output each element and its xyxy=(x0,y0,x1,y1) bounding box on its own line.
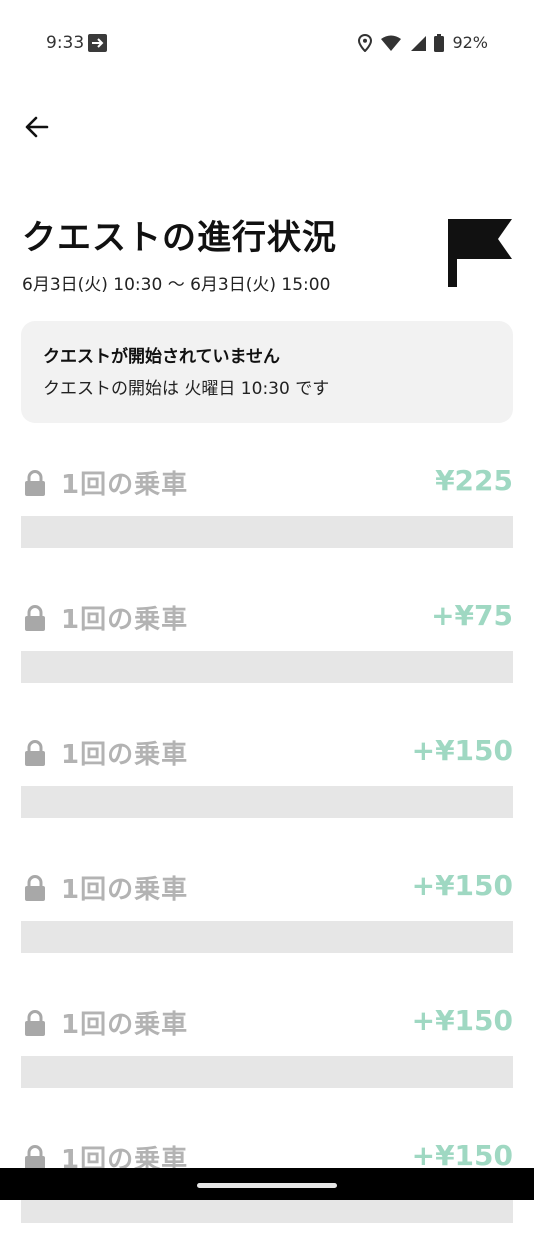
milestone-row: 1回の乗車 +¥150 xyxy=(21,869,513,965)
battery-icon xyxy=(434,33,445,52)
milestone-label: 1回の乗車 xyxy=(61,470,189,500)
milestone-reward: ¥225 xyxy=(435,464,513,497)
lock-icon xyxy=(24,740,46,766)
milestone-progress-bar xyxy=(21,651,513,683)
milestone-label: 1回の乗車 xyxy=(61,875,189,905)
milestone-progress-bar xyxy=(21,1056,513,1088)
signal-icon xyxy=(411,35,427,51)
status-bar: 9:33 92% xyxy=(0,0,534,88)
lock-icon xyxy=(24,470,46,496)
milestone-row: 1回の乗車 ¥225 xyxy=(21,464,513,560)
page-title: クエストの進行状況 xyxy=(22,218,337,258)
flag-icon xyxy=(448,219,512,287)
home-gesture-handle[interactable] xyxy=(197,1183,337,1188)
milestone-progress-bar xyxy=(21,516,513,548)
milestone-row: 1回の乗車 +¥75 xyxy=(21,599,513,695)
milestone-reward: +¥150 xyxy=(411,1004,513,1037)
back-button[interactable] xyxy=(22,112,52,142)
milestone-progress-bar xyxy=(21,786,513,818)
lock-icon xyxy=(24,875,46,901)
quest-not-started-notice: クエストが開始されていません クエストの開始は 火曜日 10:30 です xyxy=(21,321,513,423)
lock-icon xyxy=(24,605,46,631)
milestone-label: 1回の乗車 xyxy=(61,740,189,770)
arrow-left-icon xyxy=(25,116,49,138)
milestone-reward: +¥75 xyxy=(431,599,513,632)
status-time: 9:33 xyxy=(46,33,85,53)
location-icon xyxy=(358,33,373,52)
notice-body: クエストの開始は 火曜日 10:30 です xyxy=(43,379,330,399)
system-nav-bar xyxy=(0,1168,534,1200)
milestone-reward: +¥150 xyxy=(411,869,513,902)
milestone-label: 1回の乗車 xyxy=(61,605,189,635)
milestone-progress-bar xyxy=(21,921,513,953)
lock-icon xyxy=(24,1010,46,1036)
milestone-label: 1回の乗車 xyxy=(61,1010,189,1040)
battery-percent: 92% xyxy=(452,33,488,52)
milestone-reward: +¥150 xyxy=(411,734,513,767)
wifi-icon xyxy=(381,35,402,51)
cast-icon xyxy=(88,34,107,52)
quest-period: 6月3日(火) 10:30 〜 6月3日(火) 15:00 xyxy=(22,275,331,295)
status-icons: 92% xyxy=(358,33,488,52)
milestone-row: 1回の乗車 +¥150 xyxy=(21,1004,513,1100)
milestone-row: 1回の乗車 +¥150 xyxy=(21,734,513,830)
notice-title: クエストが開始されていません xyxy=(43,347,280,367)
